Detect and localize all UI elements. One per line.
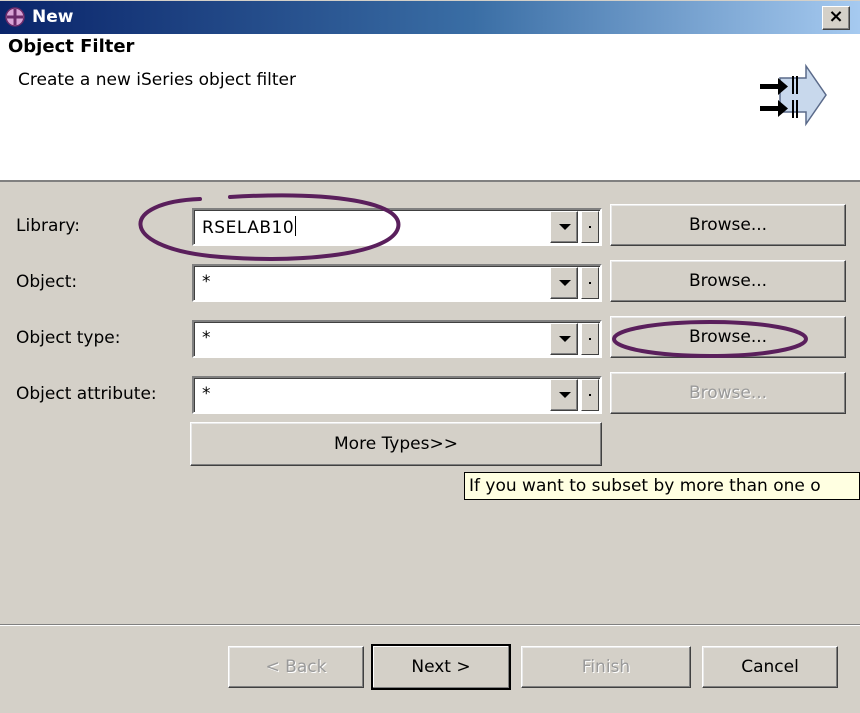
object-type-label: Object type: [16,328,121,348]
object-browse-button[interactable]: Browse... [610,260,846,302]
filter-arrows-icon [760,63,827,127]
object-type-input[interactable]: * [202,328,211,348]
back-button[interactable]: < Back [228,646,364,688]
library-combo[interactable]: RSELAB10 [192,208,602,246]
eclipse-new-wizard-icon [5,7,25,27]
object-attribute-label: Object attribute: [16,384,157,404]
object-attribute-history-button[interactable] [581,379,599,411]
close-button[interactable]: × [822,6,850,30]
library-input[interactable]: RSELAB10 [202,216,297,238]
object-attribute-input[interactable]: * [202,384,211,404]
title-bar: New × [0,0,860,34]
object-history-button[interactable] [581,267,599,299]
library-label: Library: [16,216,80,236]
cancel-button[interactable]: Cancel [702,646,838,688]
next-button[interactable]: Next > [371,644,511,690]
object-input[interactable]: * [202,272,211,292]
object-type-history-button[interactable] [581,323,599,355]
more-types-button[interactable]: More Types>> [190,422,602,466]
library-dropdown-arrow-icon[interactable] [550,211,578,243]
footer-separator-highlight [0,625,860,626]
library-history-button[interactable] [581,211,599,243]
window-title: New [32,7,74,27]
object-attribute-browse-button[interactable]: Browse... [610,372,846,414]
close-icon: × [828,6,844,27]
object-attribute-combo[interactable]: * [192,376,602,414]
object-label: Object: [16,272,78,292]
page-description: Create a new iSeries object filter [18,70,296,90]
finish-button[interactable]: Finish [521,646,691,688]
object-type-dropdown-arrow-icon[interactable] [550,323,578,355]
page-title: Object Filter [8,36,135,57]
tooltip: If you want to subset by more than one o [464,472,860,500]
object-attribute-dropdown-arrow-icon[interactable] [550,379,578,411]
library-browse-button[interactable]: Browse... [610,204,846,246]
object-dropdown-arrow-icon[interactable] [550,267,578,299]
object-type-combo[interactable]: * [192,320,602,358]
object-type-browse-button[interactable]: Browse... [610,316,846,358]
object-combo[interactable]: * [192,264,602,302]
